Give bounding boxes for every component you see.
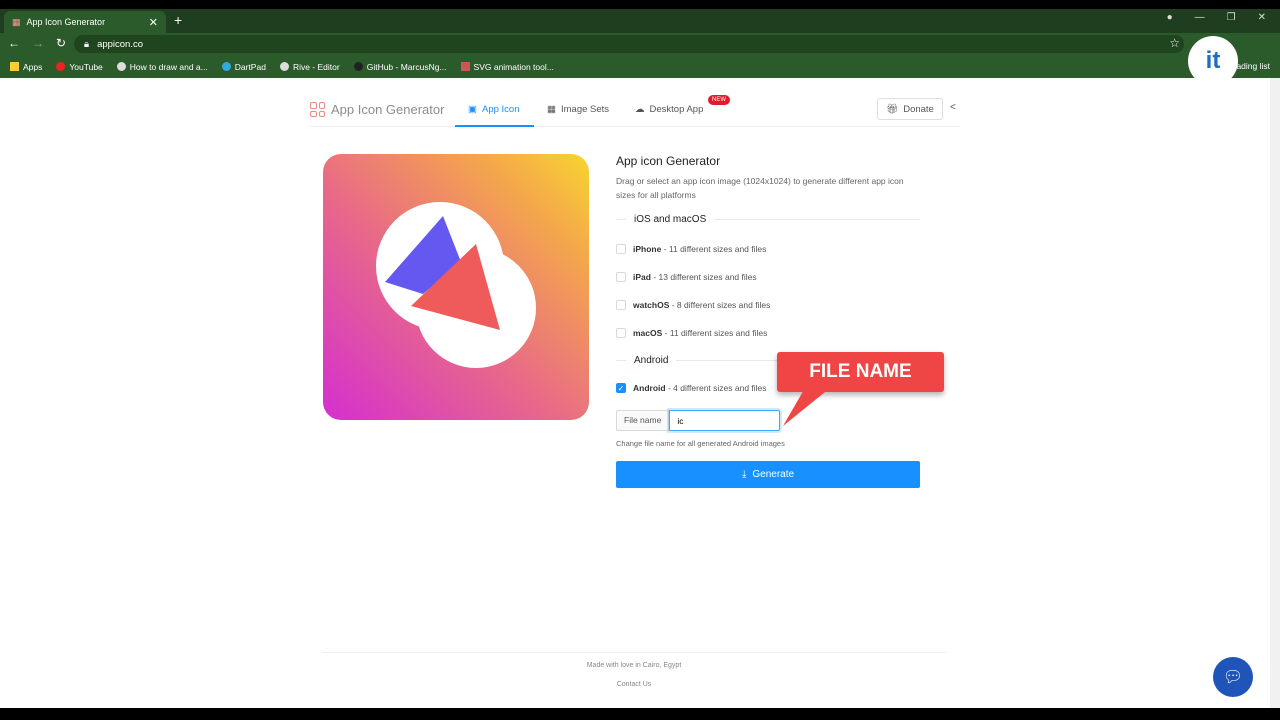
close-tab-icon[interactable]: ✕ (149, 16, 158, 29)
page: App Icon Generator ▣ App Icon ▦ Image Sets… (0, 78, 1270, 708)
channel-logo: it (1188, 36, 1238, 86)
checkbox-watchos[interactable]: watchOS - 8 different sizes and files (616, 291, 920, 319)
gift-icon: 🎁︎ (886, 103, 899, 115)
app-icon-image (376, 202, 536, 368)
restore-button[interactable]: ❐ (1227, 12, 1236, 23)
screen-top (0, 0, 1280, 9)
grid-icon: ▦ (547, 104, 556, 115)
brand-logo-icon (310, 102, 325, 117)
ios-section-divider: iOS and macOS (616, 214, 920, 225)
address-bar[interactable]: 🔒︎ appicon.co (74, 35, 1184, 53)
generator-form: App icon Generator Drag or select an app… (616, 154, 920, 488)
bookmark-apps[interactable]: Apps (10, 62, 42, 72)
close-window-button[interactable]: ✕ (1258, 12, 1266, 23)
file-name-hint: Change file name for all generated Andro… (616, 439, 785, 448)
footer: Made with love in Cairo, Egypt Contact U… (322, 652, 946, 688)
reload-icon[interactable]: ↻ (56, 36, 66, 50)
brand[interactable]: App Icon Generator (310, 102, 444, 117)
bookmark-dartpad[interactable]: DartPad (221, 62, 266, 72)
tab-desktop-app[interactable]: ☁ Desktop App (635, 104, 703, 115)
image-icon: ▣ (468, 104, 477, 115)
download-icon: ⤓ (741, 469, 747, 480)
bookmark-star-icon[interactable]: ☆ (1169, 36, 1180, 50)
page-scrollbar[interactable] (1270, 78, 1280, 708)
callout-pointer (783, 388, 830, 426)
forward-icon[interactable]: → (32, 36, 44, 50)
bookmark-github[interactable]: GitHub - MarcusNg... (353, 62, 447, 72)
bookmark-youtube[interactable]: YouTube (56, 62, 103, 72)
chat-button[interactable]: 💬︎ (1213, 657, 1253, 697)
share-icon[interactable]: < (950, 102, 956, 113)
contact-link[interactable]: Contact Us (322, 681, 946, 688)
checkbox-iphone[interactable]: iPhone - 11 different sizes and files (616, 235, 920, 263)
minimize-button[interactable]: — (1195, 12, 1205, 23)
form-title: App icon Generator (616, 154, 721, 168)
profile-menu-icon[interactable]: ● (1167, 12, 1173, 23)
check-icon: ✓ (616, 383, 626, 393)
bookmark-how-to-draw[interactable]: How to draw and a... (116, 62, 208, 72)
browser-tab[interactable]: ▦ App Icon Generator ✕ (4, 11, 166, 33)
site-header: App Icon Generator ▣ App Icon ▦ Image Sets… (310, 90, 960, 127)
file-name-input[interactable] (669, 410, 781, 431)
lock-icon: 🔒︎ (84, 38, 90, 50)
active-tab-indicator (455, 125, 534, 127)
footer-credit: Made with love in Cairo, Egypt (586, 662, 682, 669)
file-name-label: File name (616, 410, 670, 431)
icon-preview-dropzone[interactable] (323, 154, 589, 420)
bookmark-svg-animation[interactable]: SVG animation tool... (460, 62, 554, 72)
tab-image-sets[interactable]: ▦ Image Sets (547, 104, 609, 115)
chat-icon: 💬︎ (1222, 669, 1244, 686)
bookmark-rive[interactable]: Rive - Editor (279, 62, 340, 72)
donate-button[interactable]: 🎁︎ Donate (877, 98, 943, 120)
cloud-icon: ☁ (635, 104, 645, 115)
checkbox-ipad[interactable]: iPad - 13 different sizes and files (616, 263, 920, 291)
file-name-callout: FILE NAME (777, 352, 944, 392)
form-description: Drag or select an app icon image (1024x1… (616, 176, 904, 200)
generate-button[interactable]: ⤓ Generate (616, 461, 920, 488)
favicon-icon: ▦ (12, 16, 21, 27)
new-tab-button[interactable]: + (174, 12, 182, 28)
back-icon[interactable]: ← (8, 36, 20, 50)
tab-strip: ▦ App Icon Generator ✕ + ● — ❐ ✕ (0, 9, 1280, 33)
file-name-group: File name (616, 410, 920, 431)
tab-app-icon[interactable]: ▣ App Icon (468, 104, 519, 115)
bookmarks-bar: Apps YouTube How to draw and a... DartPa… (0, 55, 1280, 78)
checkbox-macos[interactable]: macOS - 11 different sizes and files (616, 319, 920, 347)
browser-toolbar: ← → ↻ 🔒︎ appicon.co ☆ (0, 33, 1280, 55)
new-badge: NEW (708, 95, 730, 105)
